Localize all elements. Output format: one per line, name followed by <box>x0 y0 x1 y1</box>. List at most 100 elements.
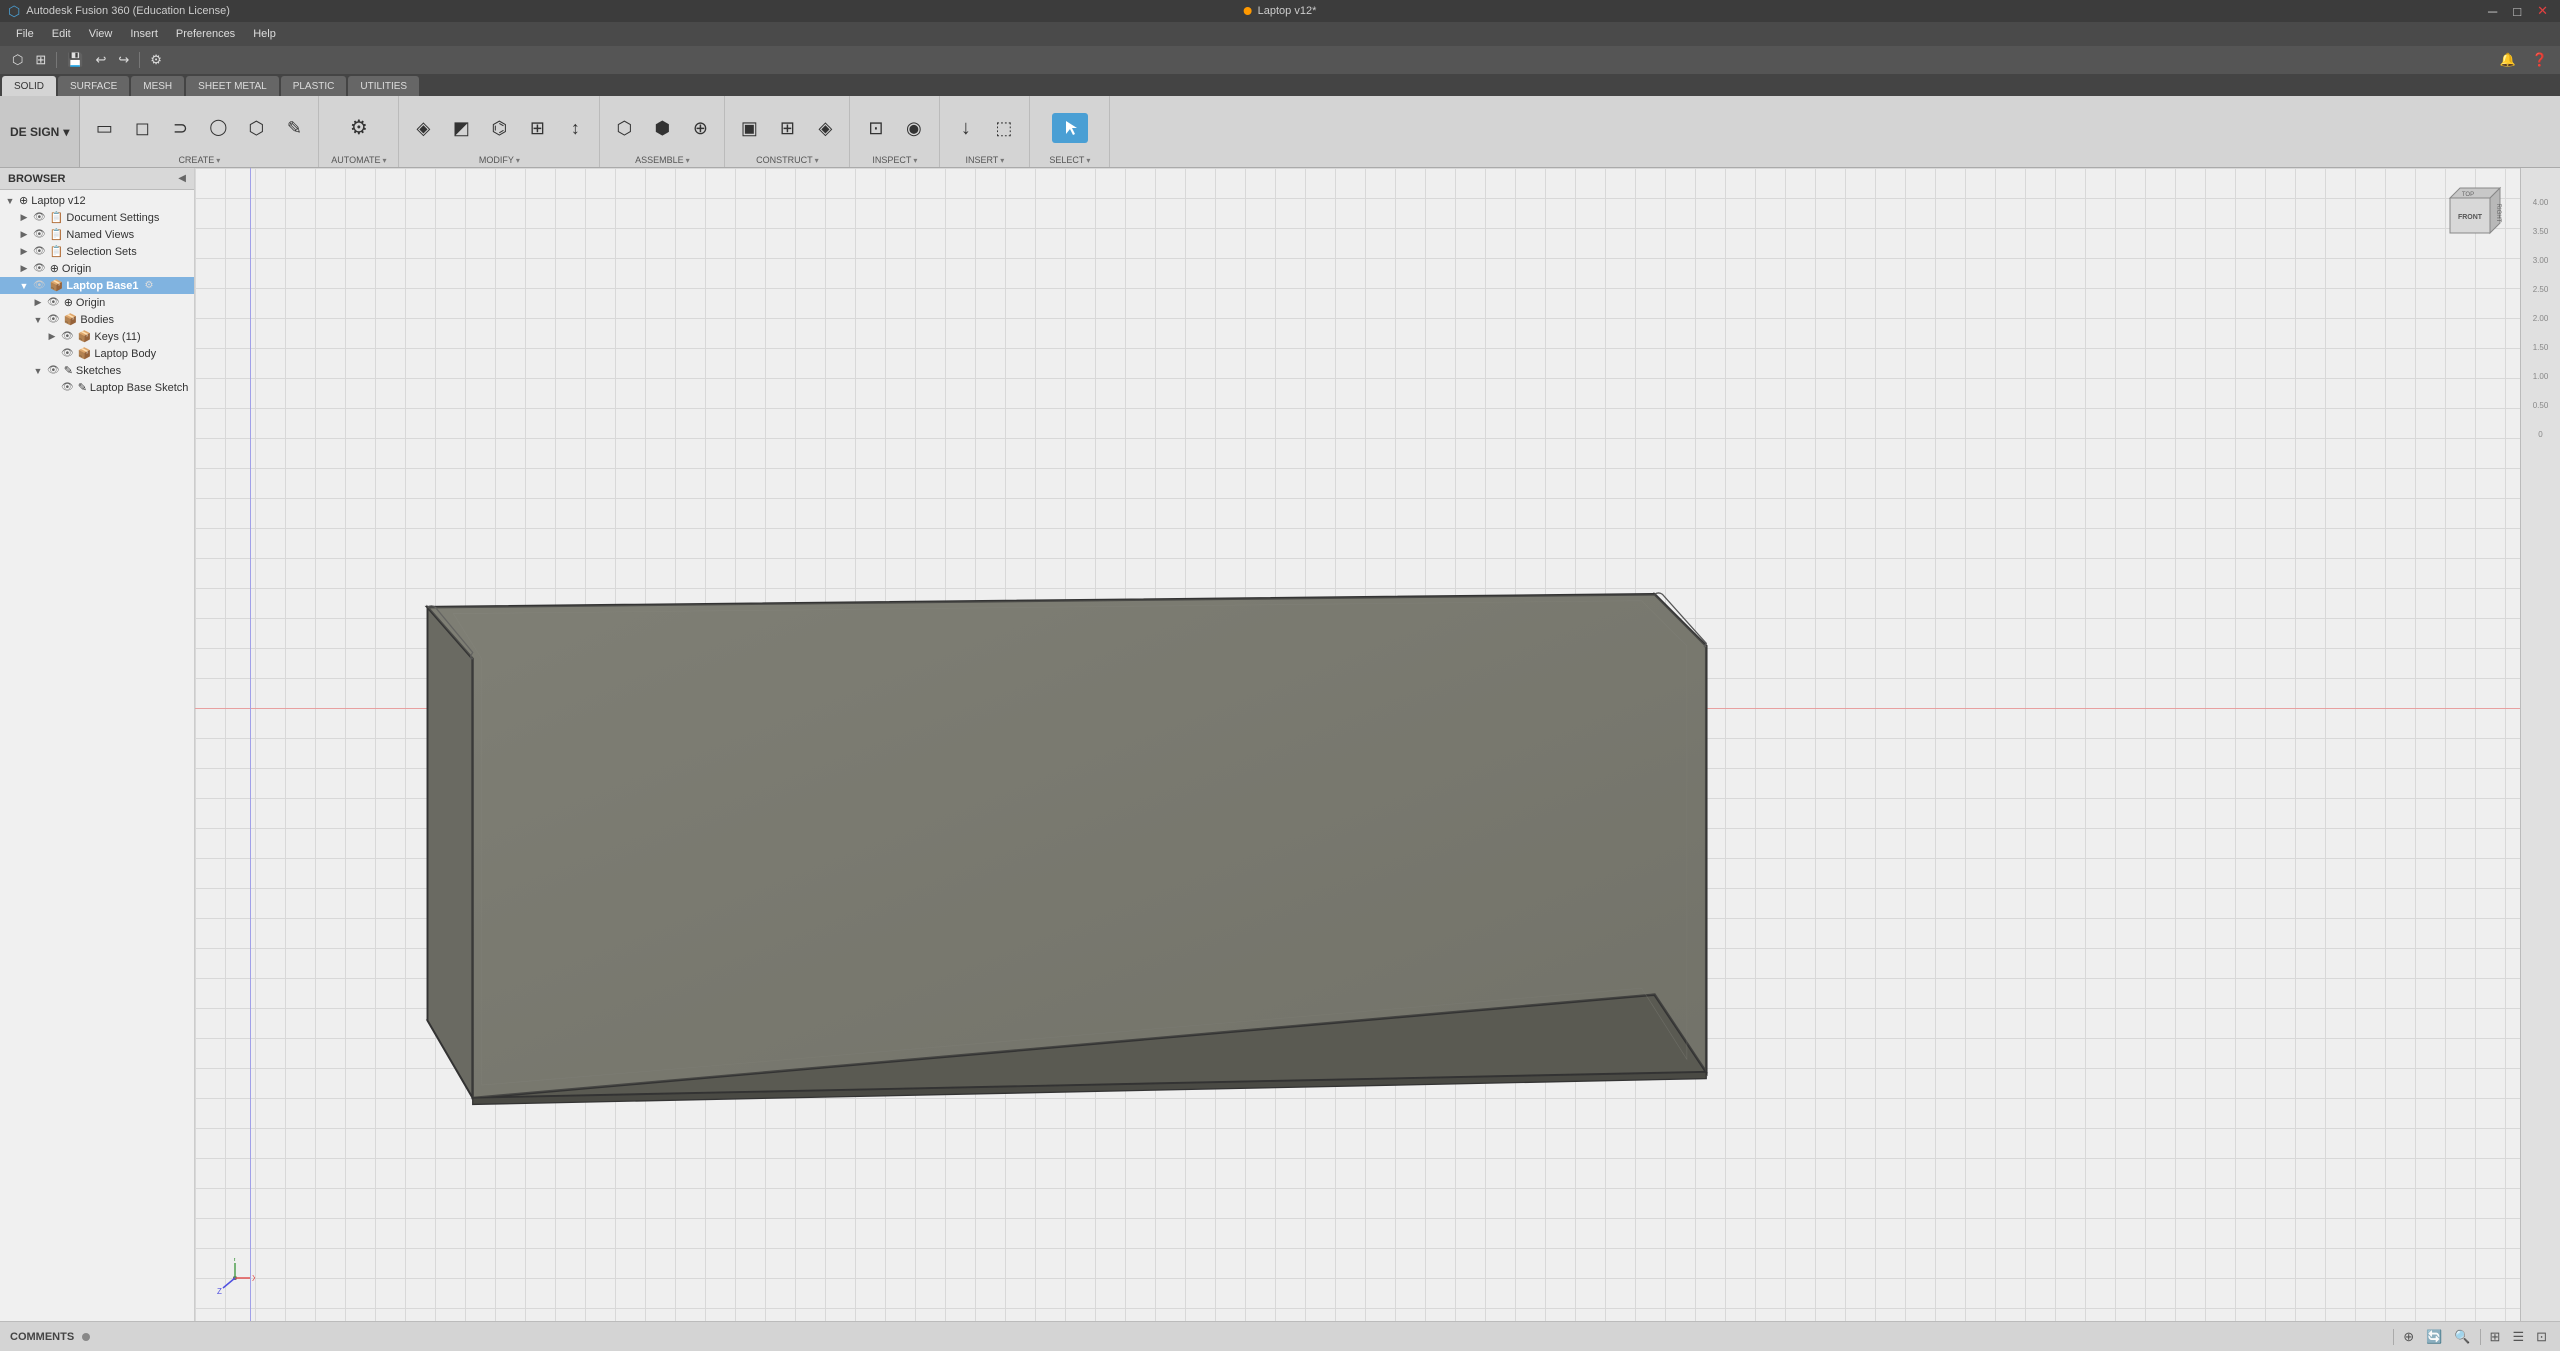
eye-doc-settings[interactable]: 👁 <box>33 212 46 223</box>
minimize-button[interactable]: ─ <box>2484 4 2501 19</box>
assemble-rigid-btn[interactable]: ⊕ <box>682 116 718 140</box>
eye-keys[interactable]: 👁 <box>61 331 74 342</box>
browser-collapse-icon[interactable]: ◀ <box>178 173 186 184</box>
eye-laptop-base[interactable]: 👁 <box>33 280 46 291</box>
modify-shell-btn[interactable]: ⌬ <box>481 116 517 140</box>
base-sketch-label: Laptop Base Sketch <box>90 382 188 394</box>
insert-label-row[interactable]: INSERT ▾ <box>965 155 1004 167</box>
create-sketch-btn[interactable]: ✎ <box>276 116 312 140</box>
close-button[interactable]: ✕ <box>2533 3 2552 19</box>
comments-dot[interactable] <box>82 1333 90 1341</box>
nav-zoom-icon[interactable]: 🔍 <box>2451 1327 2473 1347</box>
expand-named-views[interactable]: ▶ <box>18 229 30 241</box>
tree-item-root[interactable]: ▼ ⊕ Laptop v12 <box>0 192 194 209</box>
assemble-label-row[interactable]: ASSEMBLE ▾ <box>635 155 690 167</box>
modify-scale-btn[interactable]: ↕ <box>557 116 593 140</box>
create-loft-btn[interactable]: ◯ <box>200 117 236 139</box>
expand-keys[interactable]: ▶ <box>46 331 58 343</box>
expand-laptop-base[interactable]: ▼ <box>18 280 30 292</box>
inspect-label-row[interactable]: INSPECT ▾ <box>872 155 917 167</box>
expand-sketches[interactable]: ▼ <box>32 365 44 377</box>
expand-selection-sets[interactable]: ▶ <box>18 246 30 258</box>
insert-canvas-btn[interactable]: ⬚ <box>986 116 1022 140</box>
tree-item-selection-sets[interactable]: ▶ 👁 📋 Selection Sets <box>0 243 194 260</box>
design-workspace-dropdown[interactable]: DE SIGN ▾ <box>0 96 80 167</box>
eye-origin[interactable]: 👁 <box>33 263 46 274</box>
eye-named-views[interactable]: 👁 <box>33 229 46 240</box>
assemble-joint-btn[interactable]: ⬢ <box>644 116 680 140</box>
home-icon[interactable]: ⬡ <box>8 50 27 70</box>
workspace-tab-surface[interactable]: SURFACE <box>58 76 129 96</box>
modify-fillet-btn[interactable]: ◈ <box>405 116 441 140</box>
save-icon[interactable]: 💾 <box>63 50 87 70</box>
select-btn[interactable] <box>1052 113 1088 143</box>
inspect-analysis-btn[interactable]: ◉ <box>896 116 932 140</box>
tree-item-base-sketch[interactable]: ▶ 👁 ✎ Laptop Base Sketch <box>0 379 194 396</box>
view-cube[interactable]: FRONT TOP RIGHT <box>2430 178 2510 258</box>
assemble-new-component-btn[interactable]: ⬡ <box>606 116 642 140</box>
nav-orbit-icon[interactable]: 🔄 <box>2423 1327 2445 1347</box>
modify-combine-btn[interactable]: ⊞ <box>519 116 555 140</box>
inspect-measure-btn[interactable]: ⊡ <box>858 116 894 140</box>
select-label-row[interactable]: SELECT ▾ <box>1049 155 1090 167</box>
construct-axis-btn[interactable]: ⊞ <box>769 116 805 140</box>
menu-insert[interactable]: Insert <box>122 26 166 42</box>
eye-base-sketch[interactable]: 👁 <box>61 382 74 393</box>
menu-help[interactable]: Help <box>245 26 284 42</box>
automate-label-row[interactable]: AUTOMATE ▾ <box>331 155 386 167</box>
visual-style-icon[interactable]: ☰ <box>2509 1327 2527 1347</box>
eye-sketches[interactable]: 👁 <box>47 365 60 376</box>
laptop-base-gear[interactable]: ⚙ <box>145 280 154 291</box>
insert-derive-btn[interactable]: ↓ <box>948 115 984 141</box>
tree-item-sketches[interactable]: ▼ 👁 ✎ Sketches <box>0 362 194 379</box>
menu-edit[interactable]: Edit <box>44 26 79 42</box>
tree-item-doc-settings[interactable]: ▶ 👁 📋 Document Settings <box>0 209 194 226</box>
expand-root[interactable]: ▼ <box>4 195 16 207</box>
tree-item-bodies[interactable]: ▼ 👁 📦 Bodies <box>0 311 194 328</box>
help-circle-icon[interactable]: ❓ <box>2528 50 2552 70</box>
maximize-button[interactable]: □ <box>2509 4 2525 19</box>
workspace-tab-mesh[interactable]: MESH <box>131 76 184 96</box>
expand-origin[interactable]: ▶ <box>18 263 30 275</box>
eye-bodies[interactable]: 👁 <box>47 314 60 325</box>
tree-item-keys[interactable]: ▶ 👁 📦 Keys (11) <box>0 328 194 345</box>
tree-item-laptop-base[interactable]: ▼ 👁 📦 Laptop Base1 ⚙ <box>0 277 194 294</box>
create-extrude-btn[interactable]: ▭ <box>86 116 122 140</box>
menu-preferences[interactable]: Preferences <box>168 26 243 42</box>
tree-item-named-views[interactable]: ▶ 👁 📋 Named Views <box>0 226 194 243</box>
create-shell-btn[interactable]: ⬡ <box>238 116 274 140</box>
nav-home-icon[interactable]: ⊕ <box>2400 1327 2417 1347</box>
construct-point-btn[interactable]: ◈ <box>807 116 843 140</box>
expand-doc-settings[interactable]: ▶ <box>18 212 30 224</box>
workspace-tab-utilities[interactable]: UTILITIES <box>348 76 419 96</box>
settings-icon[interactable]: ⚙ <box>146 50 166 70</box>
undo-icon[interactable]: ↩ <box>91 50 110 70</box>
modify-label-row[interactable]: MODIFY ▾ <box>479 155 520 167</box>
grid-display-icon[interactable]: ⊡ <box>2533 1327 2550 1347</box>
workspace-tab-solid[interactable]: SOLID <box>2 76 56 96</box>
display-mode-icon[interactable]: ⊞ <box>2487 1327 2504 1347</box>
menu-view[interactable]: View <box>81 26 121 42</box>
menu-file[interactable]: File <box>8 26 42 42</box>
grid-icon[interactable]: ⊞ <box>31 50 50 70</box>
expand-bodies[interactable]: ▼ <box>32 314 44 326</box>
construct-label-row[interactable]: CONSTRUCT ▾ <box>756 155 819 167</box>
tree-item-lb-origin[interactable]: ▶ 👁 ⊕ Origin <box>0 294 194 311</box>
modify-chamfer-btn[interactable]: ◩ <box>443 116 479 140</box>
eye-lb-origin[interactable]: 👁 <box>47 297 60 308</box>
notification-icon[interactable]: 🔔 <box>2496 50 2520 70</box>
construct-plane-btn[interactable]: ▣ <box>731 116 767 140</box>
redo-icon[interactable]: ↪ <box>114 50 133 70</box>
create-label-row[interactable]: CREATE ▾ <box>178 155 220 167</box>
eye-selection-sets[interactable]: 👁 <box>33 246 46 257</box>
eye-laptop-body[interactable]: 👁 <box>61 348 74 359</box>
tree-item-origin[interactable]: ▶ 👁 ⊕ Origin <box>0 260 194 277</box>
workspace-tab-sheet-metal[interactable]: SHEET METAL <box>186 76 279 96</box>
workspace-tab-plastic[interactable]: PLASTIC <box>281 76 347 96</box>
main-viewport[interactable]: FRONT TOP RIGHT X Y Z <box>195 168 2520 1321</box>
automate-btn[interactable]: ⚙ <box>341 115 377 141</box>
tree-item-laptop-body[interactable]: ▶ 👁 📦 Laptop Body <box>0 345 194 362</box>
expand-lb-origin[interactable]: ▶ <box>32 297 44 309</box>
create-revolve-btn[interactable]: ◻ <box>124 116 160 140</box>
create-sweep-btn[interactable]: ⊃ <box>162 116 198 140</box>
